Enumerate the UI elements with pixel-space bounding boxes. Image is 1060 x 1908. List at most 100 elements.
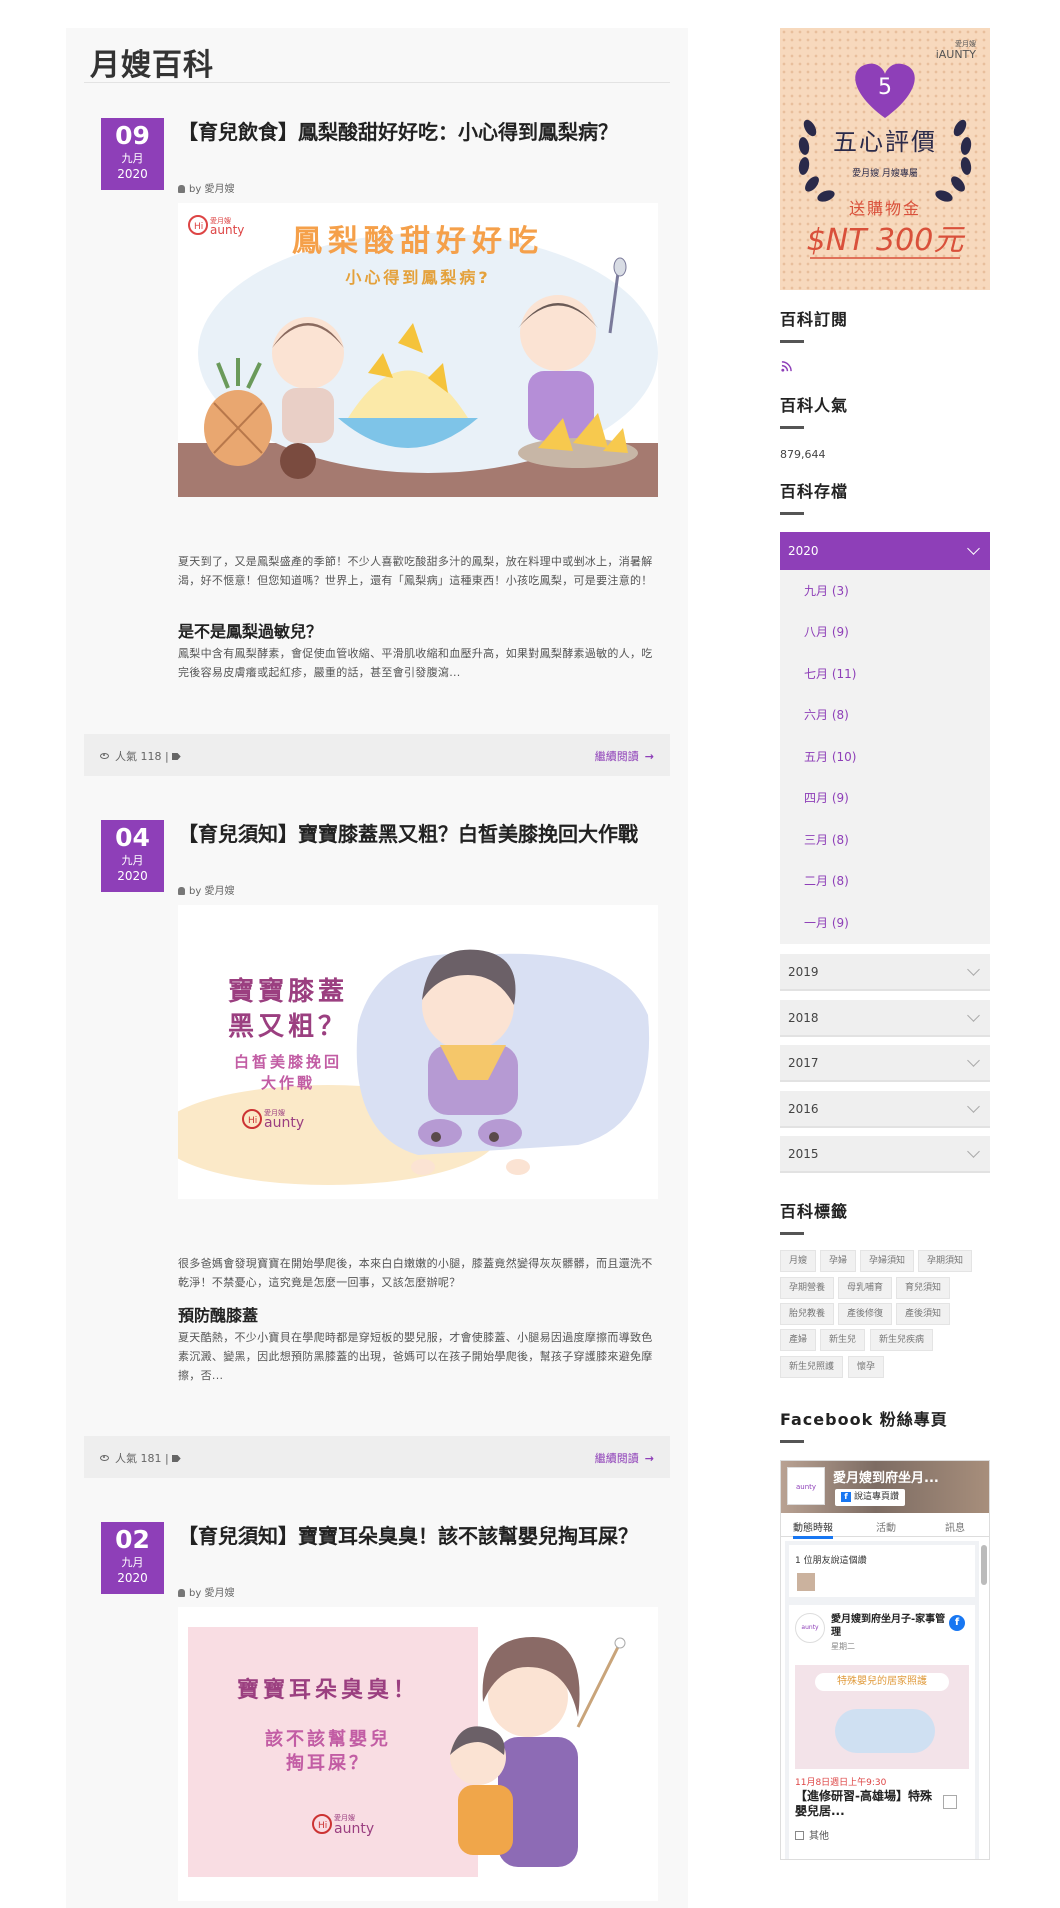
tag-link[interactable]: 月嫂	[780, 1250, 817, 1272]
tag-link[interactable]: 產後須知	[896, 1303, 951, 1325]
tab-events[interactable]: 活動	[876, 1519, 896, 1534]
post-avatar[interactable]: aunty	[795, 1613, 825, 1643]
event-title[interactable]: 【進修研習-高雄場】特殊嬰兒居...	[795, 1789, 935, 1819]
facebook-like-button[interactable]: f 說這專頁讚	[835, 1489, 906, 1506]
archive-year-item[interactable]: 2015	[780, 1136, 990, 1173]
date-day: 04	[115, 823, 150, 852]
archive-month-link[interactable]: 九月 (3)	[804, 582, 849, 599]
tag-link[interactable]: 新生兒	[820, 1329, 866, 1351]
page-title: 月嫂百科	[90, 48, 214, 83]
title-rule	[780, 1440, 804, 1443]
svg-text:寶寶耳朵臭臭！: 寶寶耳朵臭臭！	[237, 1677, 419, 1703]
friend-avatar[interactable]	[797, 1573, 815, 1591]
archive-month-link[interactable]: 六月 (8)	[804, 706, 849, 723]
chevron-down-icon	[967, 1100, 980, 1113]
archive-month-link[interactable]: 五月 (10)	[804, 748, 856, 765]
facebook-tabs: 動態時報 活動 訊息	[781, 1513, 989, 1539]
facebook-widget[interactable]: aunty 愛月嫂到府坐月... f 說這專頁讚 動態時報 活動 訊息 1 位朋友…	[780, 1460, 990, 1860]
post-title-link[interactable]: 【育兒飲食】鳳梨酸甜好好吃：小心得到鳳梨病？	[178, 118, 658, 147]
post-card: 09 九月 2020 【育兒飲食】鳳梨酸甜好好吃：小心得到鳳梨病？ by 愛月嫂…	[84, 118, 670, 778]
archive-year-item[interactable]: 2018	[780, 1000, 990, 1037]
tags-title: 百科標籤	[780, 1202, 849, 1221]
tag-link[interactable]: 新生兒疾病	[870, 1329, 934, 1351]
event-date: 11月8日週日上午9:30	[795, 1778, 887, 1788]
tag-link[interactable]: 孕婦須知	[860, 1250, 915, 1272]
svg-text:小心得到鳳梨病?: 小心得到鳳梨病?	[345, 268, 490, 287]
rss-icon[interactable]	[781, 361, 792, 372]
tag-link[interactable]: 產婦	[780, 1329, 817, 1351]
chevron-down-icon	[967, 1054, 980, 1067]
eye-icon	[100, 753, 109, 759]
date-month: 九月	[121, 1556, 144, 1569]
promo-banner[interactable]: 愛月嫂 iAUNTY 5 五心評價 愛月嫂 月嫂專屬 送購物金 $NT 300元	[780, 28, 990, 290]
post-author: by 愛月嫂	[178, 180, 234, 195]
svg-text:送購物金: 送購物金	[849, 199, 921, 218]
tag-link[interactable]: 母乳哺育	[838, 1277, 893, 1299]
post-image-pineapple[interactable]: Hi 愛月嫂 aunty 鳳梨酸甜好好吃 小心得到鳳梨病?	[178, 203, 658, 497]
facebook-page-name[interactable]: 愛月嫂到府坐月...	[833, 1467, 939, 1486]
post-image-knees[interactable]: 寶寶膝蓋 黑又粗？ 白皙美膝挽回 大作戰 Hi 愛月嫂 aunty	[178, 905, 658, 1199]
title-rule	[780, 426, 804, 429]
facebook-feed: 1 位朋友說這個讚 aunty 愛月嫂到府坐月子-家事管理 星期二 f 特殊嬰兒…	[785, 1541, 979, 1859]
author-label: by 愛月嫂	[189, 1588, 235, 1599]
archive-month-link[interactable]: 二月 (8)	[804, 872, 849, 889]
tag-link[interactable]: 胎兒教養	[780, 1303, 835, 1325]
read-more-link[interactable]: 繼續閱讀 →	[595, 1450, 654, 1466]
archive-year-item[interactable]: 2017	[780, 1045, 990, 1082]
laurel-right-icon	[935, 119, 972, 202]
tag-link[interactable]: 產後修復	[838, 1303, 893, 1325]
view-count: 人氣 118 |	[100, 748, 181, 764]
tag-link[interactable]: 育兒須知	[896, 1277, 951, 1299]
feed-scrollbar[interactable]	[981, 1545, 987, 1585]
tab-messages[interactable]: 訊息	[945, 1519, 965, 1534]
baby-figure	[835, 1709, 935, 1753]
archive-month-link[interactable]: 三月 (8)	[804, 831, 849, 848]
post-card: 04 九月 2020 【育兒須知】寶寶膝蓋黑又粗？白皙美膝挽回大作戰 by 愛月…	[84, 820, 670, 1480]
post-footer: 人氣 181 | 繼續閱讀 →	[84, 1436, 670, 1478]
tag-link[interactable]: 孕期營養	[780, 1277, 835, 1299]
svg-text:鳳梨酸甜好好吃: 鳳梨酸甜好好吃	[292, 224, 544, 259]
post-subheading: 預防醜膝蓋	[178, 1306, 259, 1325]
post-title-link[interactable]: 【育兒須知】寶寶膝蓋黑又粗？白皙美膝挽回大作戰	[178, 820, 658, 849]
building-icon	[795, 1831, 804, 1840]
svg-text:iAUNTY: iAUNTY	[936, 48, 977, 61]
date-month: 九月	[121, 152, 144, 165]
user-icon	[178, 1589, 185, 1597]
title-rule	[780, 340, 804, 343]
tab-timeline[interactable]: 動態時報	[793, 1519, 833, 1539]
archive-month-link[interactable]: 八月 (9)	[804, 623, 849, 640]
svg-text:愛月嫂: 愛月嫂	[955, 39, 976, 48]
archive-year-item[interactable]: 2019	[780, 954, 990, 991]
svg-text:該不該幫嬰兒: 該不該幫嬰兒	[265, 1728, 391, 1750]
popularity-count: 879,644	[780, 448, 826, 461]
post-subtext: 鳳梨中含有鳳梨酵素，會促使血管收縮、平滑肌收縮和血壓升高，如果對鳳梨酵素過敏的人…	[178, 647, 653, 679]
archive-accordion: 2020 九月 (3) 八月 (9) 七月 (11) 六月 (8) 五月 (10…	[780, 532, 990, 1173]
archive-year-item[interactable]: 2016	[780, 1091, 990, 1128]
svg-text:Hi: Hi	[318, 1821, 327, 1831]
tag-icon	[171, 1455, 181, 1462]
archive-year-2020[interactable]: 2020	[780, 532, 990, 570]
date-day: 02	[115, 1525, 150, 1554]
tag-link[interactable]: 孕期須知	[918, 1250, 973, 1272]
facebook-page-logo[interactable]: aunty	[787, 1467, 825, 1505]
read-more-link[interactable]: 繼續閱讀 →	[595, 748, 654, 764]
tag-link[interactable]: 新生兒照護	[780, 1356, 844, 1378]
archive-month-link[interactable]: 七月 (11)	[804, 665, 856, 682]
post-author-name[interactable]: 愛月嫂到府坐月子-家事管理	[831, 1613, 949, 1639]
tag-link[interactable]: 懷孕	[848, 1356, 885, 1378]
archive-month-list: 九月 (3) 八月 (9) 七月 (11) 六月 (8) 五月 (10) 四月 …	[780, 570, 990, 944]
archive-month-link[interactable]: 四月 (9)	[804, 789, 849, 806]
post-image-ears[interactable]: 寶寶耳朵臭臭！ 該不該幫嬰兒 掏耳屎？ Hi 愛月嫂 aunty	[178, 1607, 658, 1901]
ears-illustration: 寶寶耳朵臭臭！ 該不該幫嬰兒 掏耳屎？ Hi 愛月嫂 aunty	[178, 1607, 658, 1901]
facebook-title: Facebook 粉絲專頁	[780, 1410, 948, 1429]
author-label: by 愛月嫂	[189, 184, 235, 195]
svg-text:五心評價: 五心評價	[833, 128, 937, 156]
calendar-icon[interactable]	[943, 1795, 957, 1809]
post-image[interactable]: 特殊嬰兒的居家照護	[795, 1665, 969, 1769]
post-title-link[interactable]: 【育兒須知】寶寶耳朵臭臭！該不該幫嬰兒掏耳屎？	[178, 1522, 658, 1551]
arrow-right-icon: →	[644, 1452, 654, 1465]
tag-link[interactable]: 孕婦	[820, 1250, 857, 1272]
svg-text:掏耳屎？: 掏耳屎？	[286, 1752, 370, 1774]
archive-month-link[interactable]: 一月 (9)	[804, 914, 849, 931]
post-author: by 愛月嫂	[178, 882, 234, 897]
